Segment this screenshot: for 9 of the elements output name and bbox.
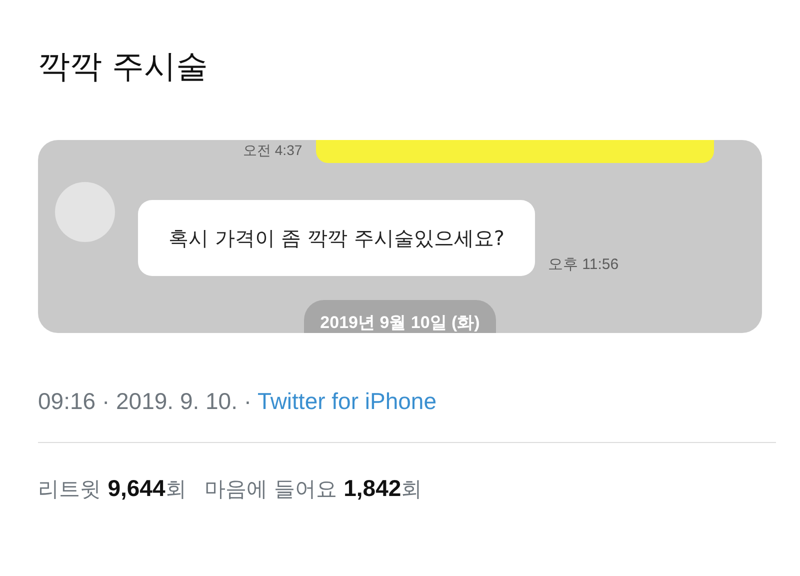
message-bubble: 혹시 가격이 좀 깍깍 주시술있으세요?: [138, 200, 535, 276]
message-time: 오전 4:37: [243, 142, 302, 160]
message-time: 오후 11:56: [548, 255, 619, 274]
date-label: 2019년 9월 10일 (화): [304, 300, 496, 333]
stat-count: 마음에 들어요 1,842회: [204, 474, 422, 503]
stat-count: 리트윗 9,644회: [38, 474, 186, 503]
source-link[interactable]: Twitter for iPhone: [258, 385, 437, 417]
tweet-text: 깍깍 주시술: [38, 46, 210, 87]
tweet-timestamp: 09:16 · 2019. 9. 10. ·: [38, 387, 252, 416]
